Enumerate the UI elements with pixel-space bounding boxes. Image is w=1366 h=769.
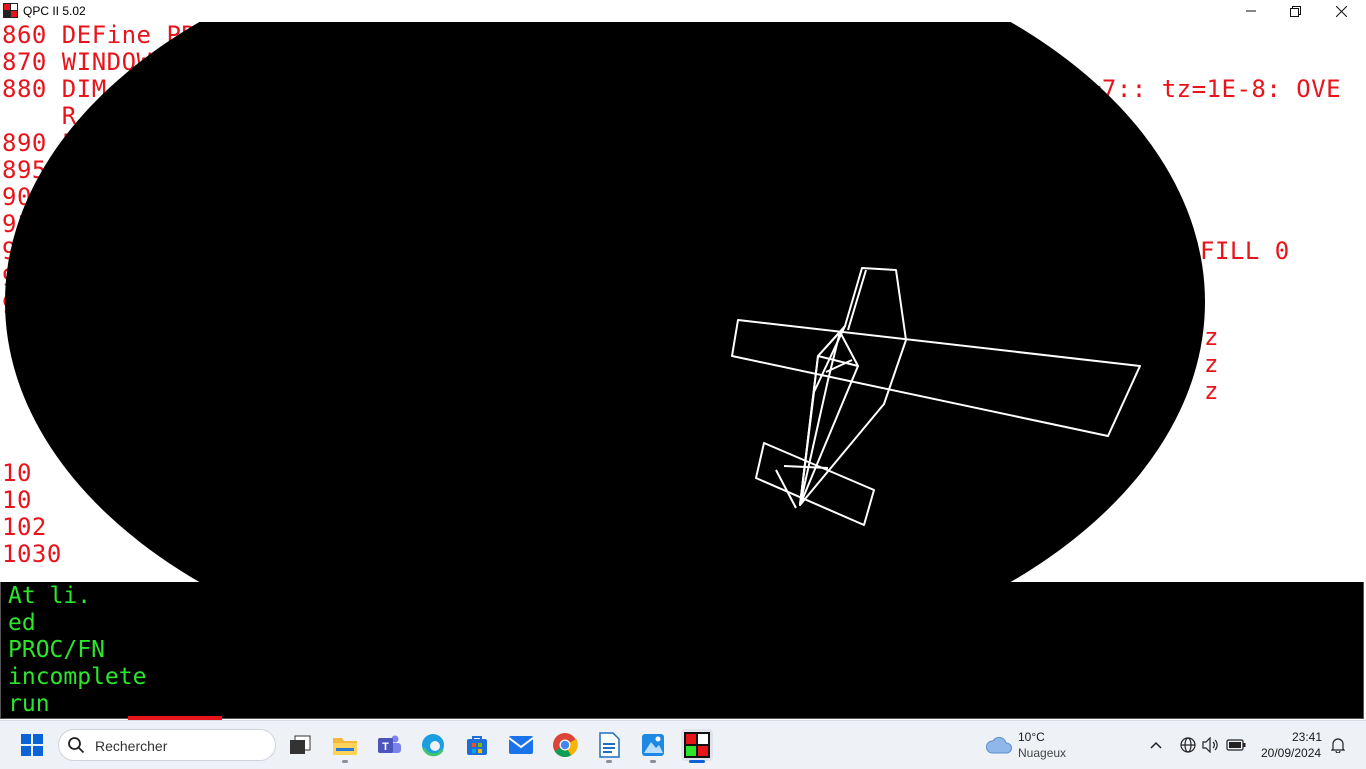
battery-icon bbox=[1226, 739, 1246, 751]
qpc-app-icon bbox=[3, 3, 18, 18]
start-button[interactable] bbox=[16, 729, 48, 761]
weather-widget[interactable] bbox=[984, 729, 1014, 761]
tray-overflow-button[interactable] bbox=[1144, 729, 1168, 761]
console-line: At li. bbox=[8, 583, 92, 609]
emulator-screen[interactable]: 860 DEFine PR 870 WINDOW 880 DIM c R 0 890 … bbox=[0, 22, 1366, 720]
search-placeholder: Rechercher bbox=[95, 738, 168, 754]
store-icon bbox=[467, 736, 487, 755]
window-title: QPC II 5.02 bbox=[23, 4, 86, 18]
photos-icon bbox=[642, 734, 664, 756]
restore-button[interactable] bbox=[1272, 0, 1318, 22]
close-button[interactable] bbox=[1318, 0, 1364, 22]
task-view-button[interactable] bbox=[284, 729, 316, 761]
chrome-icon bbox=[553, 733, 578, 758]
console-line: PROC/FN bbox=[8, 637, 105, 663]
weather-description: Nuageux bbox=[1018, 746, 1067, 760]
windows-logo-icon bbox=[21, 734, 43, 756]
taskbar-chrome[interactable] bbox=[549, 729, 581, 761]
cloud-icon bbox=[986, 736, 1013, 754]
taskbar-teams[interactable]: T bbox=[373, 729, 405, 761]
minimize-icon bbox=[1246, 10, 1256, 12]
taskbar-file-explorer[interactable] bbox=[329, 729, 361, 761]
folder-icon bbox=[333, 738, 357, 755]
mail-icon bbox=[508, 736, 534, 754]
console-line: ed bbox=[8, 610, 36, 636]
clock-date[interactable]: 20/09/2024 bbox=[1261, 746, 1321, 760]
minimize-button[interactable] bbox=[1228, 0, 1274, 22]
close-icon bbox=[1335, 5, 1347, 17]
console-line: run bbox=[8, 691, 50, 717]
svg-text:T: T bbox=[382, 741, 389, 753]
network-button[interactable] bbox=[1178, 729, 1198, 761]
taskbar: Rechercher T 10°C Nuageux 23:41 20/09/20… bbox=[0, 720, 1366, 769]
bell-icon bbox=[1331, 738, 1345, 753]
volume-button[interactable] bbox=[1201, 729, 1221, 761]
taskbar-writer[interactable] bbox=[593, 729, 625, 761]
chevron-up-icon bbox=[1150, 741, 1162, 749]
restore-icon bbox=[1289, 5, 1301, 17]
battery-button[interactable] bbox=[1225, 729, 1247, 761]
taskbar-qpc-active[interactable] bbox=[681, 729, 713, 761]
taskbar-mail[interactable] bbox=[505, 729, 537, 761]
teams-icon: T bbox=[378, 735, 401, 753]
search-icon bbox=[68, 737, 85, 754]
taskbar-photos[interactable] bbox=[637, 729, 669, 761]
notifications-button[interactable] bbox=[1328, 729, 1348, 761]
clock-time[interactable]: 23:41 bbox=[1292, 730, 1322, 744]
weather-temperature: 10°C bbox=[1018, 730, 1045, 744]
taskbar-edge[interactable] bbox=[417, 729, 449, 761]
search-box[interactable]: Rechercher bbox=[58, 729, 276, 761]
console-line: incomplete bbox=[8, 664, 147, 690]
title-bar[interactable]: QPC II 5.02 bbox=[0, 0, 1366, 22]
console-window[interactable]: At li. ed PROC/FN incomplete run bbox=[0, 582, 1364, 719]
speaker-icon bbox=[1202, 737, 1218, 753]
qpc-icon bbox=[684, 732, 710, 758]
globe-icon bbox=[1180, 737, 1196, 753]
document-icon bbox=[599, 732, 620, 758]
taskbar-store[interactable] bbox=[461, 729, 493, 761]
edge-icon bbox=[422, 734, 444, 757]
task-view-icon bbox=[290, 735, 311, 754]
